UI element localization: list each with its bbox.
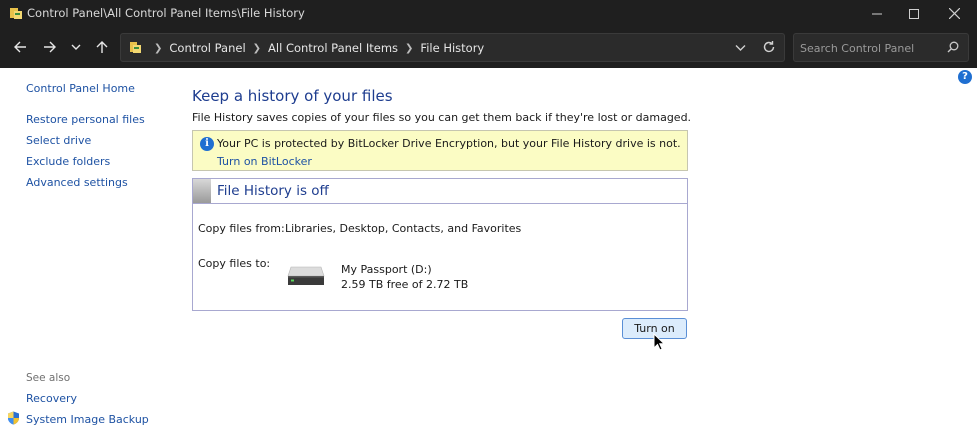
up-button[interactable] — [91, 37, 113, 57]
address-bar[interactable]: ❯ Control Panel ❯ All Control Panel Item… — [120, 33, 785, 62]
control-panel-icon — [10, 8, 22, 19]
sidebar-link-exclude-folders[interactable]: Exclude folders — [26, 155, 110, 168]
window-title: Control Panel\All Control Panel Items\Fi… — [27, 6, 305, 20]
see-also-link-system-image-backup[interactable]: System Image Backup — [26, 413, 149, 426]
breadcrumb-all-items[interactable]: All Control Panel Items — [268, 41, 398, 55]
close-button[interactable] — [934, 0, 974, 27]
sidebar-link-home[interactable]: Control Panel Home — [26, 82, 135, 95]
page-title: Keep a history of your files — [192, 87, 393, 105]
arrow-right-icon — [43, 41, 56, 53]
see-also-heading: See also — [26, 372, 71, 384]
copy-from-label: Copy files from: — [198, 222, 285, 235]
arrow-left-icon — [13, 41, 26, 53]
sidebar-link-select-drive[interactable]: Select drive — [26, 134, 91, 147]
control-panel-icon — [130, 42, 141, 53]
recent-locations-button[interactable] — [65, 37, 87, 57]
chevron-right-icon: ❯ — [154, 42, 163, 54]
maximize-icon — [909, 8, 919, 19]
status-header: File History is off — [193, 179, 687, 204]
back-button[interactable] — [9, 37, 31, 57]
bitlocker-notice: i Your PC is protected by BitLocker Driv… — [192, 130, 688, 171]
close-icon — [948, 8, 960, 19]
notice-text: Your PC is protected by BitLocker Drive … — [217, 137, 681, 150]
address-dropdown-button[interactable] — [735, 42, 746, 55]
copy-from-value: Libraries, Desktop, Contacts, and Favori… — [285, 222, 522, 235]
turn-on-bitlocker-link[interactable]: Turn on BitLocker — [217, 155, 312, 168]
minimize-icon — [872, 13, 882, 14]
chevron-down-icon — [735, 45, 746, 51]
status-panel: File History is off Copy files from: Lib… — [192, 178, 688, 311]
breadcrumb-control-panel[interactable]: Control Panel — [169, 41, 245, 55]
search-input[interactable] — [800, 40, 940, 56]
sidebar-link-restore[interactable]: Restore personal files — [26, 113, 145, 126]
status-indicator — [193, 179, 211, 203]
breadcrumb: ❯ Control Panel ❯ All Control Panel Item… — [147, 41, 484, 55]
uac-shield-icon — [8, 411, 19, 425]
arrow-up-icon — [96, 40, 108, 53]
breadcrumb-file-history[interactable]: File History — [420, 41, 484, 55]
sidebar-link-advanced-settings[interactable]: Advanced settings — [26, 176, 128, 189]
maximize-button[interactable] — [894, 0, 934, 27]
status-title: File History is off — [217, 183, 329, 199]
chevron-right-icon: ❯ — [252, 42, 262, 54]
drive-name: My Passport (D:) — [341, 263, 432, 276]
hard-drive-icon — [287, 266, 325, 285]
refresh-icon — [763, 41, 775, 53]
page-description: File History saves copies of your files … — [192, 111, 692, 124]
copy-to-label: Copy files to: — [198, 257, 271, 270]
minimize-button[interactable] — [857, 0, 897, 27]
search-icon[interactable] — [947, 41, 959, 53]
drive-space: 2.59 TB free of 2.72 TB — [341, 278, 469, 291]
mouse-pointer-icon — [653, 333, 665, 351]
see-also-link-recovery[interactable]: Recovery — [26, 392, 77, 405]
chevron-right-icon: ❯ — [405, 42, 414, 54]
forward-button[interactable] — [38, 37, 60, 57]
info-icon: i — [200, 137, 214, 151]
search-box[interactable] — [793, 33, 969, 62]
chevron-down-icon — [71, 44, 81, 50]
help-icon[interactable]: ? — [958, 70, 972, 84]
refresh-button[interactable] — [762, 40, 776, 57]
navigation-bar: ❯ Control Panel ❯ All Control Panel Item… — [0, 27, 977, 68]
title-bar: Control Panel\All Control Panel Items\Fi… — [0, 0, 977, 27]
